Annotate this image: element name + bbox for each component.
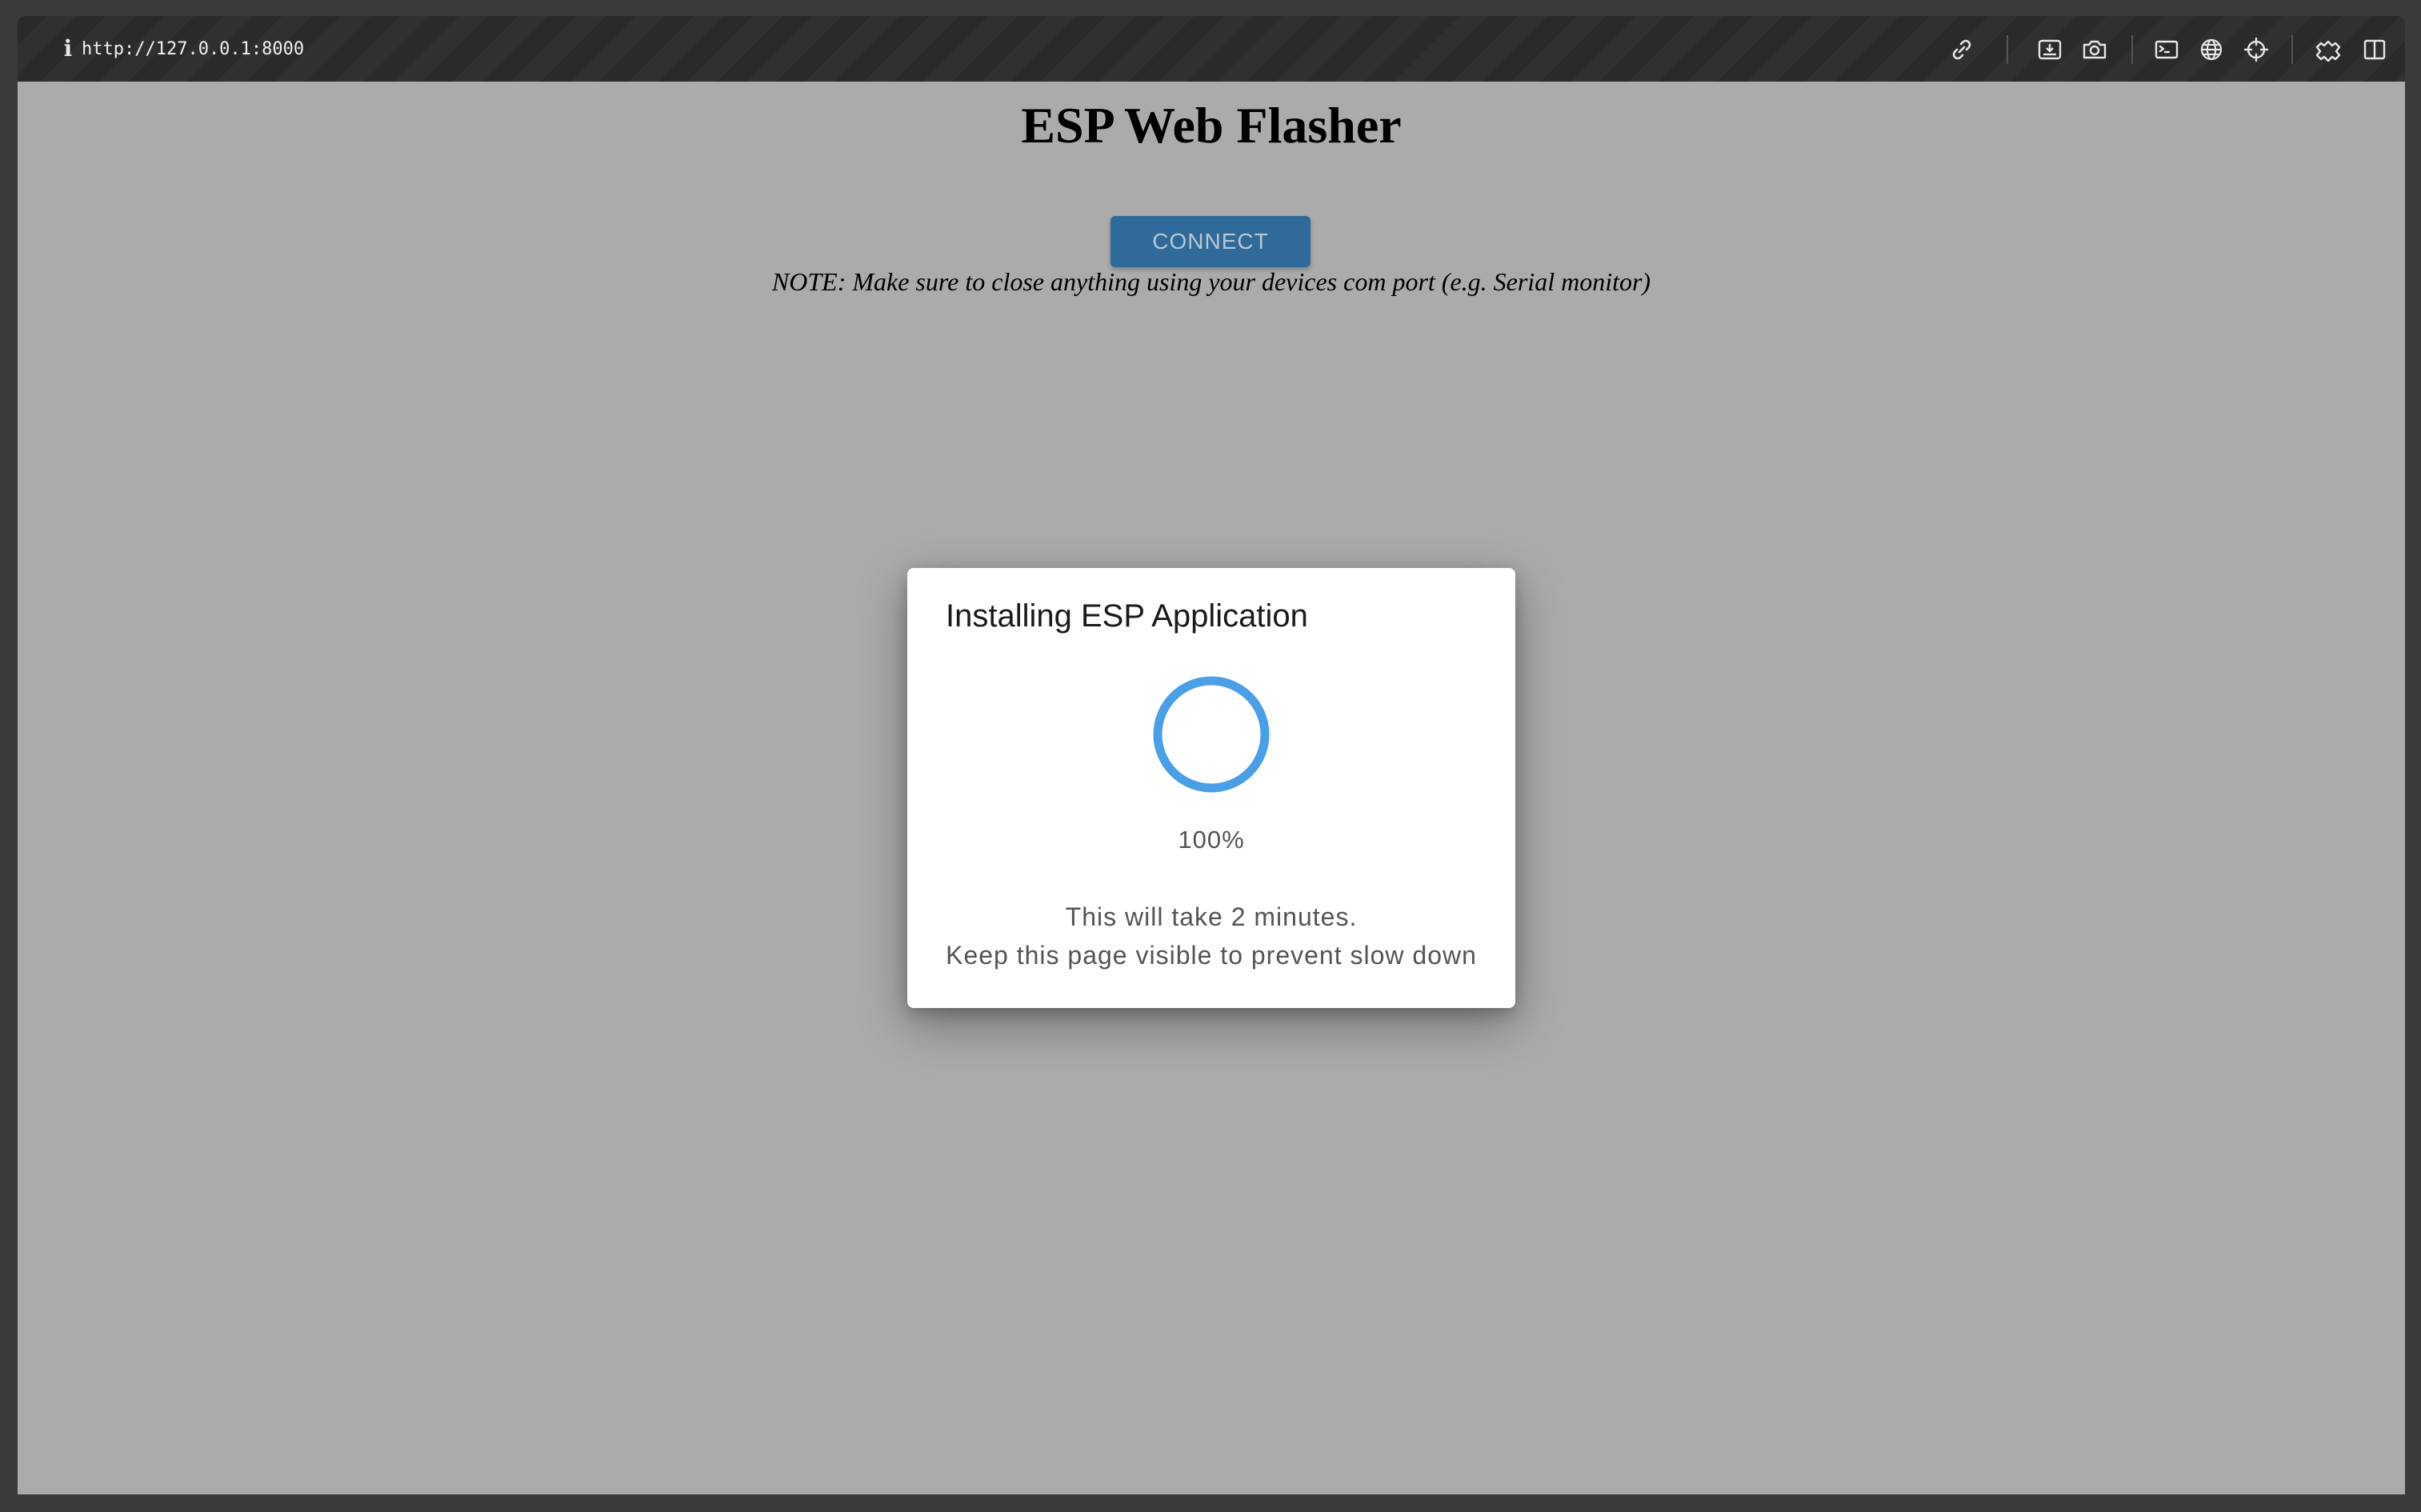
link-icon[interactable] — [1946, 34, 1978, 66]
install-duration-message: This will take 2 minutes. — [1065, 902, 1358, 931]
dialog-title: Installing ESP Application — [946, 598, 1308, 634]
progress-percent: 100% — [1178, 826, 1245, 854]
toolbar-separator — [2131, 35, 2133, 64]
toolbar-separator — [2007, 35, 2008, 64]
extension-icon[interactable] — [2312, 34, 2344, 66]
install-dialog: Installing ESP Application 100% This wil… — [907, 568, 1515, 1008]
url-bar[interactable]: http://127.0.0.1:8000 — [82, 34, 304, 66]
camera-icon[interactable] — [2079, 34, 2111, 66]
page-title: ESP Web Flasher — [1021, 97, 1402, 154]
globe-icon[interactable] — [2195, 34, 2227, 66]
progress-spinner — [1152, 675, 1271, 794]
browser-toolbar: i http://127.0.0.1:8000 — [18, 16, 2405, 82]
toolbar-separator — [2291, 35, 2293, 64]
crosshair-icon[interactable] — [2240, 34, 2272, 66]
page-viewport: ESP Web Flasher CONNECT NOTE: Make sure … — [18, 82, 2405, 1494]
download-icon[interactable] — [2034, 34, 2066, 66]
split-view-icon[interactable] — [2359, 34, 2391, 66]
com-port-note: NOTE: Make sure to close anything using … — [771, 267, 1651, 296]
browser-window: i http://127.0.0.1:8000 ESP Web Flasher … — [0, 0, 2421, 1512]
connect-button[interactable]: CONNECT — [1110, 216, 1311, 267]
keep-visible-message: Keep this page visible to prevent slow d… — [946, 941, 1477, 970]
terminal-icon[interactable] — [2151, 34, 2183, 66]
